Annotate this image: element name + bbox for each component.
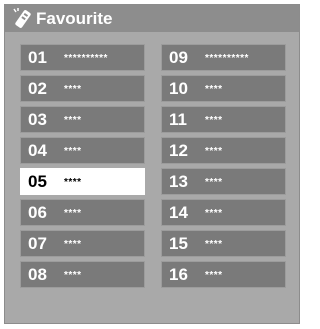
favourite-name: **** — [64, 177, 82, 188]
favourite-number: 05 — [28, 172, 47, 191]
favourite-item[interactable]: 07 **** — [20, 230, 145, 257]
favourite-name: **** — [205, 239, 223, 250]
favourite-name: ********** — [64, 53, 108, 64]
favourite-item[interactable]: 03 **** — [20, 106, 145, 133]
favourite-number: 06 — [28, 203, 47, 222]
favourite-item[interactable]: 11 **** — [161, 106, 286, 133]
panel-title: Favourite — [36, 9, 113, 28]
channel-list-right: 09 ********** 10 **** 11 **** 12 **** 13 **** 14 **… — [161, 44, 286, 292]
favourite-name: **** — [205, 115, 223, 126]
favourite-item[interactable]: 01 ********** — [20, 44, 145, 71]
favourite-number: 09 — [169, 48, 188, 67]
favourite-item[interactable]: 13 **** — [161, 168, 286, 195]
favourite-number: 03 — [28, 110, 47, 129]
favourite-item[interactable]: 04 **** — [20, 137, 145, 164]
favourite-item[interactable]: 02 **** — [20, 75, 145, 102]
favourite-number: 08 — [28, 265, 47, 284]
channel-list-left: 01 ********** 02 **** 03 **** 04 **** 05 **** 06 **… — [20, 44, 145, 292]
favourite-name: **** — [64, 146, 82, 157]
favourite-number: 02 — [28, 79, 47, 98]
panel-header: Favourite — [5, 5, 299, 32]
favourite-item[interactable]: 15 **** — [161, 230, 286, 257]
favourite-name: **** — [64, 84, 82, 95]
favourite-number: 15 — [169, 234, 188, 253]
favourite-name: **** — [205, 208, 223, 219]
favourite-number: 13 — [169, 172, 188, 191]
favourite-number: 01 — [28, 48, 47, 67]
favourite-name: **** — [64, 239, 82, 250]
favourite-name: **** — [205, 146, 223, 157]
favourite-number: 12 — [169, 141, 188, 160]
favourite-item[interactable]: 12 **** — [161, 137, 286, 164]
favourite-item[interactable]: 14 **** — [161, 199, 286, 226]
favourite-name: **** — [205, 270, 223, 281]
favourite-item[interactable]: 09 ********** — [161, 44, 286, 71]
favourite-name: **** — [205, 177, 223, 188]
favourite-name: **** — [64, 115, 82, 126]
favourite-item[interactable]: 06 **** — [20, 199, 145, 226]
favourite-item[interactable]: 16 **** — [161, 261, 286, 288]
favourite-panel: Favourite 01 ********** 02 **** 03 **** 04 ****… — [4, 4, 300, 324]
favourite-number: 11 — [169, 110, 187, 129]
favourite-item[interactable]: 10 **** — [161, 75, 286, 102]
favourite-number: 07 — [28, 234, 47, 253]
favourite-name: **** — [64, 270, 82, 281]
favourite-number: 14 — [169, 203, 188, 222]
favourite-name: ********** — [205, 53, 249, 64]
favourite-name: **** — [205, 84, 223, 95]
favourite-number: 04 — [28, 141, 47, 160]
favourite-name: **** — [64, 208, 82, 219]
favourite-number: 16 — [169, 265, 188, 284]
remote-control-icon — [13, 8, 31, 28]
favourite-item[interactable]: 05 **** — [20, 168, 145, 195]
favourite-number: 10 — [169, 79, 188, 98]
favourite-item[interactable]: 08 **** — [20, 261, 145, 288]
